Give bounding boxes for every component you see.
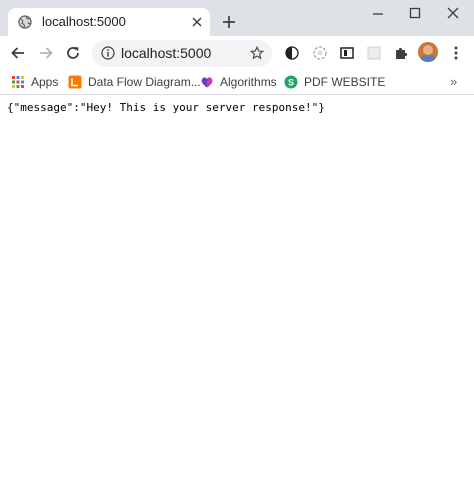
maximize-icon[interactable]: [408, 6, 422, 20]
bookmark-label: Data Flow Diagram...: [88, 75, 201, 89]
bookmark-apps[interactable]: Apps: [11, 73, 58, 91]
forward-arrow-icon[interactable]: [38, 45, 54, 61]
close-icon[interactable]: [446, 6, 460, 20]
reload-icon[interactable]: [65, 45, 81, 61]
address-url: localhost:5000: [121, 45, 212, 61]
site-info-icon[interactable]: [101, 46, 115, 60]
tab-strip: localhost:5000: [0, 0, 474, 36]
bookmark-label: Apps: [31, 75, 59, 89]
bookmark-data-flow-diagram[interactable]: Data Flow Diagram...: [68, 73, 201, 91]
tab-localhost[interactable]: localhost:5000: [8, 8, 210, 36]
browser-window: localhost:5000 localhost:5000 Apps Data …: [0, 0, 474, 477]
minimize-icon[interactable]: [371, 6, 385, 20]
bookmark-star-icon[interactable]: [250, 46, 264, 60]
algorithms-icon: [201, 77, 213, 88]
address-bar[interactable]: localhost:5000: [92, 40, 272, 67]
bookmark-pdf-website[interactable]: S PDF WEBSITE: [284, 73, 385, 91]
json-response-text: {"message":"Hey! This is your server res…: [7, 101, 325, 114]
bookmark-algorithms[interactable]: Algorithms: [200, 73, 277, 91]
dark-mode-icon[interactable]: [284, 45, 300, 61]
apps-grid-icon: [12, 76, 24, 88]
new-tab-icon[interactable]: [221, 14, 237, 30]
menu-kebab-icon[interactable]: [448, 45, 464, 61]
bookmarks-bar: Apps Data Flow Diagram... Algorithms S P…: [0, 70, 474, 95]
blank-extension-icon[interactable]: [366, 45, 382, 61]
extension-spinner-icon[interactable]: [312, 45, 328, 61]
profile-avatar[interactable]: [418, 42, 438, 62]
bookmark-label: Algorithms: [220, 75, 277, 89]
close-tab-icon[interactable]: [191, 16, 203, 28]
tab-title: localhost:5000: [42, 14, 126, 29]
back-arrow-icon[interactable]: [10, 45, 26, 61]
svg-text:S: S: [288, 77, 294, 87]
toolbar: localhost:5000: [0, 36, 474, 70]
pdf-site-icon: S: [284, 75, 298, 89]
page-content: {"message":"Hey! This is your server res…: [0, 95, 474, 477]
dfd-icon: [68, 75, 82, 89]
globe-icon: [18, 15, 32, 29]
bookmarks-overflow[interactable]: »: [450, 74, 457, 89]
bookmark-label: PDF WEBSITE: [304, 75, 386, 89]
reader-icon[interactable]: [339, 45, 355, 61]
puzzle-icon[interactable]: [393, 45, 409, 61]
